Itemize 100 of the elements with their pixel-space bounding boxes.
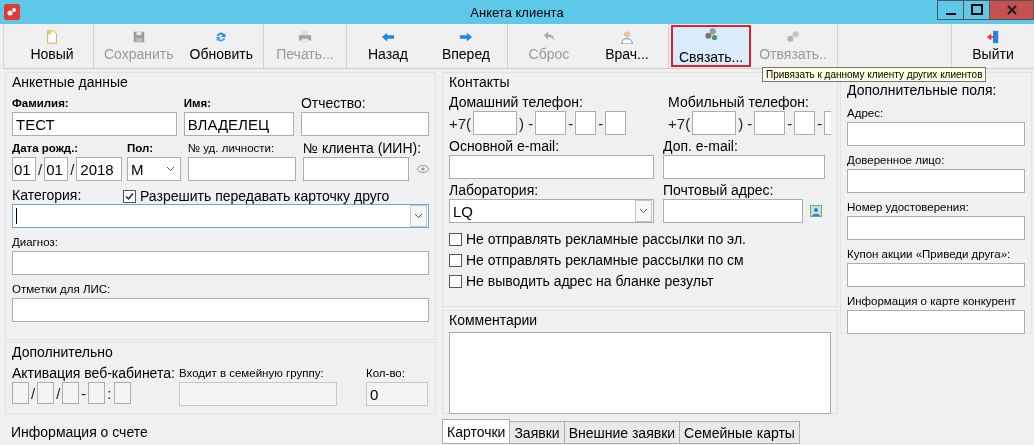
field-label: Кол-во: [366, 366, 406, 381]
email-field[interactable] [663, 155, 825, 179]
phone-part-field[interactable] [794, 111, 816, 135]
check-mark-icon [125, 191, 134, 201]
close-icon [1005, 4, 1018, 16]
phone-part-field[interactable] [692, 111, 737, 135]
phone-part-field[interactable] [754, 111, 786, 135]
laboratory-dropdown[interactable]: LQ [449, 199, 654, 223]
left-arrow-icon [380, 30, 395, 44]
field-label: Отчество: [300, 95, 367, 112]
date-separator: / [56, 384, 61, 402]
field-label: Доверенное лицо: [847, 153, 946, 168]
text-field[interactable]: ВЛАДЕЛЕЦ [183, 112, 294, 136]
date-part-field[interactable] [88, 382, 106, 404]
field-label: Отметки для ЛИС: [12, 282, 112, 297]
phone-separator: - [817, 114, 823, 132]
text-field[interactable] [187, 157, 296, 181]
email-field[interactable] [449, 155, 654, 179]
tab[interactable]: Семейные карты [679, 421, 800, 444]
panel-title: Комментарии [449, 312, 538, 329]
count-field[interactable]: 0 [366, 382, 428, 406]
phone-separator: ) - [738, 114, 753, 132]
field-label: Фамилия: [12, 96, 70, 111]
toolbar-button[interactable]: Обновить [181, 25, 261, 67]
toolbar-button[interactable]: Выйти [954, 25, 1032, 67]
category-dropdown[interactable] [12, 204, 429, 228]
phone-part-field[interactable] [575, 111, 597, 135]
date-part-field[interactable] [113, 382, 131, 404]
text-field[interactable] [847, 310, 1025, 334]
date-part-field[interactable] [37, 382, 55, 404]
panel-title: Контакты [449, 74, 510, 91]
field-label: Мобильный телефон: [668, 94, 810, 111]
date-separator: / [38, 160, 43, 178]
text-field[interactable] [12, 251, 429, 275]
panel-title: Дополнительные поля: [847, 82, 997, 99]
document-icon [45, 30, 59, 44]
minimize-button[interactable] [937, 0, 964, 20]
phone-separator: ) - [519, 114, 534, 132]
phone-part-field[interactable] [605, 111, 627, 135]
eye-icon[interactable] [417, 165, 429, 173]
text-field[interactable] [663, 199, 803, 223]
text-field[interactable] [847, 263, 1025, 287]
text-field[interactable] [847, 216, 1025, 240]
toolbar-button[interactable]: Вперед [426, 25, 505, 67]
phone-prefix: +7( [449, 114, 472, 132]
link-icon [704, 27, 719, 41]
date-part-field[interactable]: 01 [12, 157, 36, 181]
field-label: Активация веб-кабинета: [12, 365, 172, 382]
toolbar-button[interactable]: Связать... [670, 25, 752, 67]
panel-title: Дополнительно [12, 344, 113, 361]
text-field[interactable] [847, 169, 1025, 193]
text-field[interactable] [179, 382, 337, 406]
phone-separator: - [568, 114, 574, 132]
sex-dropdown[interactable]: М [127, 157, 181, 181]
date-part-field[interactable] [62, 382, 80, 404]
text-field[interactable] [12, 298, 429, 322]
field-label: Имя: [183, 96, 213, 111]
date-separator: / [31, 384, 36, 402]
phone-separator: - [598, 114, 604, 132]
person-icon [619, 30, 634, 44]
toolbar-button[interactable]: Назад [348, 25, 427, 67]
field-label: Категория: [12, 187, 83, 204]
toolbar-button[interactable]: Врач... [587, 25, 666, 67]
tab[interactable]: Карточки [442, 419, 511, 444]
checkbox[interactable]: Не отправлять рекламные рассылки по эл. [449, 231, 831, 247]
checkbox[interactable]: Разрешить передавать карточку друго [123, 188, 390, 204]
tab[interactable]: Внешние заявки [563, 421, 681, 444]
right-arrow-icon [458, 30, 473, 44]
phone-prefix: +7( [668, 114, 691, 132]
panel-title: Анкетные данные [12, 74, 128, 91]
app-icon [4, 4, 20, 20]
text-field[interactable] [847, 122, 1025, 146]
field-label: Диагноз: [12, 235, 59, 250]
maximize-button[interactable] [963, 0, 990, 20]
window-title: Анкета клиента [470, 4, 564, 20]
text-field[interactable]: ТЕСТ [12, 112, 177, 136]
phone-part-field[interactable] [473, 111, 518, 135]
phone-part-field[interactable] [535, 111, 567, 135]
comments-field[interactable] [449, 332, 831, 414]
checkbox[interactable]: Не отправлять рекламные рассылки по см [449, 252, 831, 268]
minimize-icon [945, 13, 956, 15]
field-label: Купон акции «Приведи друга»: [847, 247, 1012, 262]
text-field[interactable] [303, 157, 409, 181]
text-field[interactable] [300, 112, 429, 136]
field-label: Почтовый адрес: [663, 182, 775, 199]
address-book-icon[interactable] [810, 205, 822, 217]
date-separator: / [70, 160, 75, 178]
date-part-field[interactable]: 2018 [76, 157, 123, 181]
field-label: Основной e-mail: [449, 138, 561, 155]
tooltip: Привязать к данному клиенту других клиентов [762, 67, 987, 82]
field-label: Дата рожд.: [12, 141, 80, 156]
tab[interactable]: Заявки [509, 421, 565, 444]
date-part-field[interactable]: 01 [44, 157, 69, 181]
chevron-down-icon [639, 208, 648, 214]
field-label: Информация о карте конкурент [847, 294, 1017, 309]
checkbox[interactable]: Не выводить адрес на бланке результ [449, 273, 831, 289]
toolbar-button[interactable]: Новый [13, 25, 91, 67]
date-part-field[interactable] [12, 382, 29, 404]
maximize-icon [970, 4, 983, 16]
chevron-down-icon [414, 213, 423, 219]
